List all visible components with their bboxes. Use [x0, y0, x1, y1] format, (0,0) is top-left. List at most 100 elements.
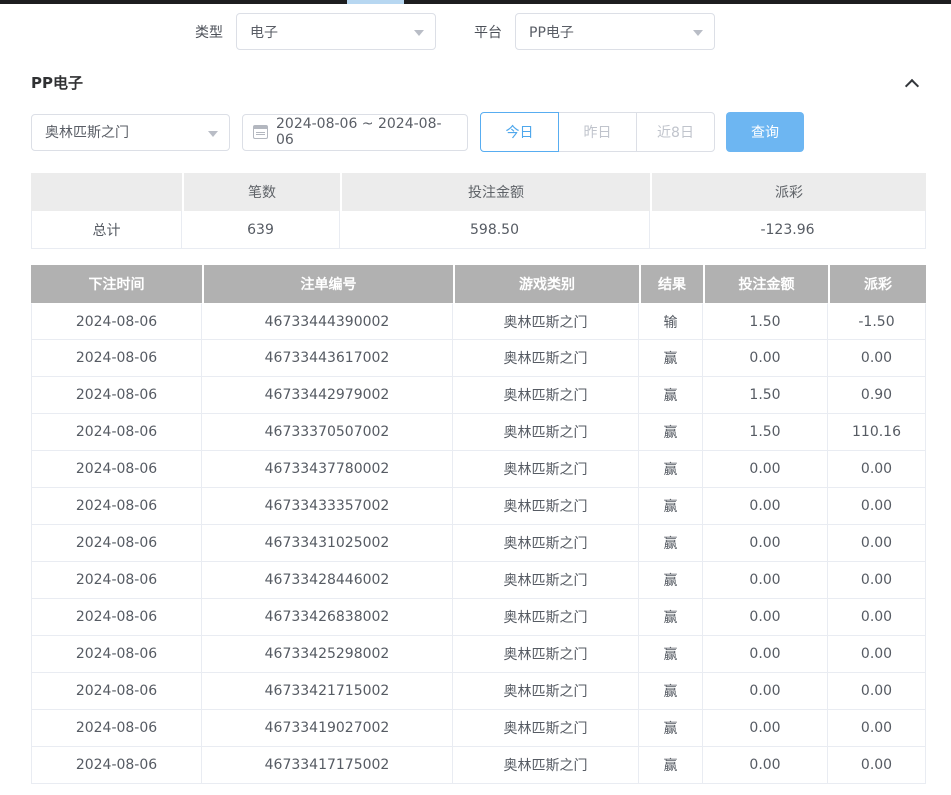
cell-result: 赢	[639, 599, 703, 636]
cell-result: 输	[639, 303, 703, 340]
cell-payout: 0.00	[828, 340, 926, 377]
cell-result: 赢	[639, 377, 703, 414]
cell-game-type: 奥林匹斯之门	[453, 414, 639, 451]
cell-bet-time: 2024-08-06	[31, 488, 202, 525]
cell-order-id: 46733433357002	[202, 488, 453, 525]
cell-game-type: 奥林匹斯之门	[453, 673, 639, 710]
summary-total-row: 总计 639 598.50 -123.96	[31, 211, 926, 249]
summary-header-count: 笔数	[182, 173, 340, 211]
date-range-input[interactable]: 2024-08-06 ~ 2024-08-06	[242, 114, 468, 151]
last8days-button[interactable]: 近8日	[636, 112, 715, 152]
date-range-value: 2024-08-06 ~ 2024-08-06	[276, 116, 457, 148]
cell-game-type: 奥林匹斯之门	[453, 525, 639, 562]
cell-payout: 0.00	[828, 562, 926, 599]
today-button[interactable]: 今日	[480, 112, 559, 152]
cell-result: 赢	[639, 525, 703, 562]
cell-payout: 0.00	[828, 488, 926, 525]
summary-total-payout: -123.96	[650, 211, 926, 249]
summary-total-bet: 598.50	[340, 211, 650, 249]
section-header: PP电子	[31, 75, 917, 90]
detail-table: 下注时间 注单编号 游戏类别 结果 投注金额 派彩 2024-08-06 467…	[31, 265, 926, 784]
cell-bet-time: 2024-08-06	[31, 340, 202, 377]
summary-total-label: 总计	[31, 211, 182, 249]
table-row: 2024-08-06 46733433357002 奥林匹斯之门 赢 0.00 …	[31, 488, 926, 525]
quick-date-button-group: 今日 昨日 近8日	[480, 112, 715, 152]
section-title: PP电子	[31, 72, 83, 93]
chevron-down-icon	[208, 131, 218, 137]
cell-bet-time: 2024-08-06	[31, 673, 202, 710]
yesterday-button[interactable]: 昨日	[558, 112, 637, 152]
cell-bet-amount: 0.00	[703, 710, 828, 747]
detail-header-row: 下注时间 注单编号 游戏类别 结果 投注金额 派彩	[31, 265, 926, 303]
cell-result: 赢	[639, 673, 703, 710]
cell-result: 赢	[639, 340, 703, 377]
cell-order-id: 46733431025002	[202, 525, 453, 562]
cell-bet-time: 2024-08-06	[31, 303, 202, 340]
calendar-icon	[253, 125, 268, 139]
game-select[interactable]: 奥林匹斯之门	[31, 114, 230, 151]
cell-game-type: 奥林匹斯之门	[453, 747, 639, 784]
cell-bet-amount: 0.00	[703, 451, 828, 488]
type-select[interactable]: 电子	[236, 13, 436, 50]
summary-table: 笔数 投注金额 派彩 总计 639 598.50 -123.96	[31, 173, 926, 249]
chevron-down-icon	[693, 30, 703, 36]
summary-header-empty	[31, 173, 182, 211]
cell-result: 赢	[639, 562, 703, 599]
cell-bet-time: 2024-08-06	[31, 710, 202, 747]
cell-payout: 0.90	[828, 377, 926, 414]
table-row: 2024-08-06 46733419027002 奥林匹斯之门 赢 0.00 …	[31, 710, 926, 747]
cell-bet-amount: 1.50	[703, 303, 828, 340]
collapse-chevron-icon[interactable]	[905, 78, 919, 92]
cell-order-id: 46733370507002	[202, 414, 453, 451]
cell-game-type: 奥林匹斯之门	[453, 377, 639, 414]
cell-result: 赢	[639, 414, 703, 451]
table-row: 2024-08-06 46733443617002 奥林匹斯之门 赢 0.00 …	[31, 340, 926, 377]
cell-payout: 0.00	[828, 525, 926, 562]
cell-bet-time: 2024-08-06	[31, 636, 202, 673]
table-row: 2024-08-06 46733437780002 奥林匹斯之门 赢 0.00 …	[31, 451, 926, 488]
cell-payout: 110.16	[828, 414, 926, 451]
cell-order-id: 46733426838002	[202, 599, 453, 636]
table-row: 2024-08-06 46733426838002 奥林匹斯之门 赢 0.00 …	[31, 599, 926, 636]
table-row: 2024-08-06 46733425298002 奥林匹斯之门 赢 0.00 …	[31, 636, 926, 673]
table-row: 2024-08-06 46733428446002 奥林匹斯之门 赢 0.00 …	[31, 562, 926, 599]
platform-select[interactable]: PP电子	[515, 13, 715, 50]
cell-payout: 0.00	[828, 599, 926, 636]
cell-order-id: 46733417175002	[202, 747, 453, 784]
table-row: 2024-08-06 46733370507002 奥林匹斯之门 赢 1.50 …	[31, 414, 926, 451]
top-bar	[0, 0, 951, 4]
cell-bet-time: 2024-08-06	[31, 451, 202, 488]
cell-game-type: 奥林匹斯之门	[453, 562, 639, 599]
cell-order-id: 46733428446002	[202, 562, 453, 599]
table-row: 2024-08-06 46733431025002 奥林匹斯之门 赢 0.00 …	[31, 525, 926, 562]
type-label: 类型	[195, 22, 223, 42]
search-button[interactable]: 查询	[726, 112, 804, 152]
cell-game-type: 奥林匹斯之门	[453, 340, 639, 377]
cell-bet-amount: 0.00	[703, 673, 828, 710]
cell-order-id: 46733421715002	[202, 673, 453, 710]
cell-bet-amount: 0.00	[703, 340, 828, 377]
table-row: 2024-08-06 46733417175002 奥林匹斯之门 赢 0.00 …	[31, 747, 926, 784]
cell-result: 赢	[639, 636, 703, 673]
cell-payout: 0.00	[828, 710, 926, 747]
chevron-down-icon	[414, 30, 424, 36]
cell-result: 赢	[639, 747, 703, 784]
detail-table-body: 2024-08-06 46733444390002 奥林匹斯之门 输 1.50 …	[31, 303, 926, 784]
cell-bet-time: 2024-08-06	[31, 599, 202, 636]
cell-bet-amount: 0.00	[703, 562, 828, 599]
cell-order-id: 46733444390002	[202, 303, 453, 340]
cell-bet-amount: 1.50	[703, 414, 828, 451]
cell-payout: 0.00	[828, 451, 926, 488]
cell-order-id: 46733443617002	[202, 340, 453, 377]
summary-header-payout: 派彩	[650, 173, 926, 211]
cell-game-type: 奥林匹斯之门	[453, 451, 639, 488]
type-select-value: 电子	[250, 22, 278, 42]
cell-bet-time: 2024-08-06	[31, 562, 202, 599]
cell-game-type: 奥林匹斯之门	[453, 710, 639, 747]
cell-bet-amount: 0.00	[703, 747, 828, 784]
game-select-value: 奥林匹斯之门	[45, 122, 129, 142]
cell-bet-time: 2024-08-06	[31, 525, 202, 562]
cell-bet-amount: 0.00	[703, 599, 828, 636]
summary-header-row: 笔数 投注金额 派彩	[31, 173, 926, 211]
cell-payout: 0.00	[828, 636, 926, 673]
